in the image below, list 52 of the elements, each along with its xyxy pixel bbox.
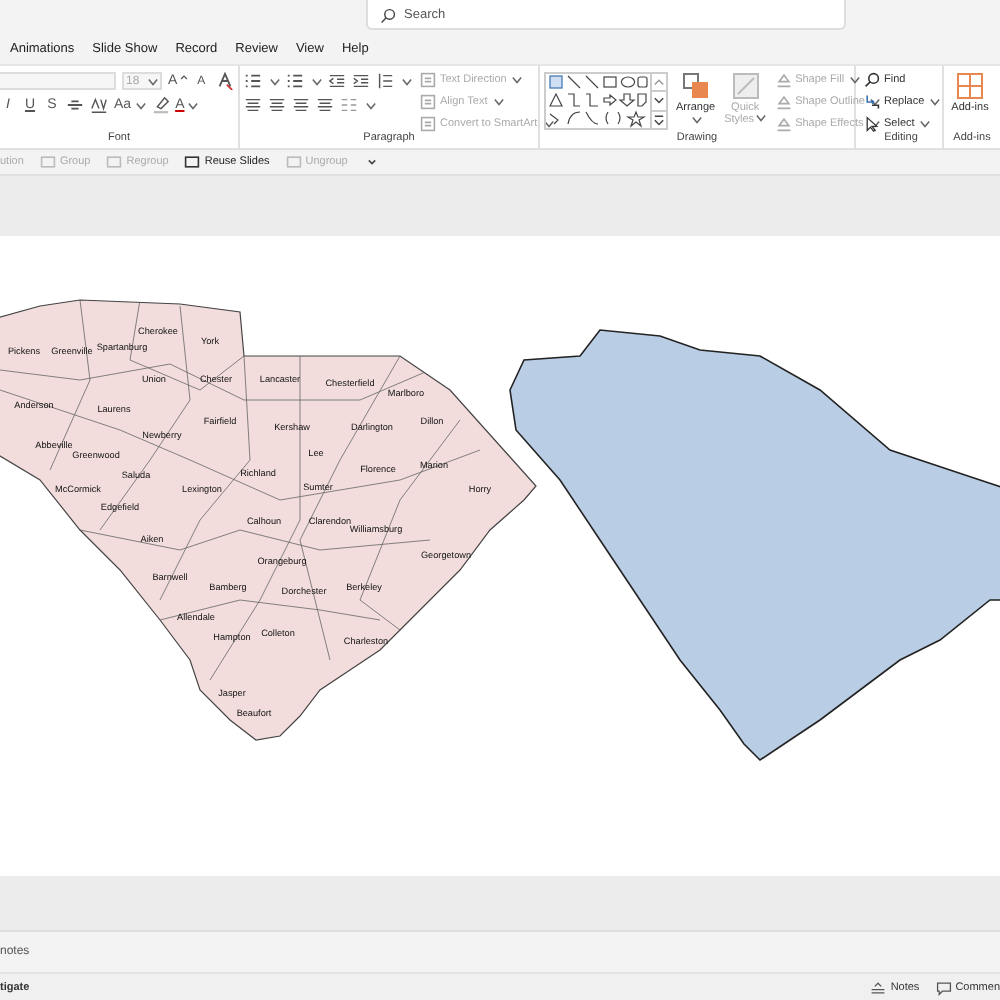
caret-icon bbox=[270, 77, 280, 85]
caret-icon bbox=[188, 101, 199, 109]
indent-icon[interactable] bbox=[328, 72, 346, 90]
shapes-gallery-drawing[interactable] bbox=[546, 74, 650, 128]
align-icon[interactable] bbox=[268, 96, 286, 114]
group-icon bbox=[285, 154, 302, 170]
slides-icon bbox=[184, 154, 201, 170]
caret-icon bbox=[135, 101, 146, 109]
search-icon bbox=[864, 72, 880, 88]
more-icon[interactable] bbox=[652, 109, 666, 128]
comment-icon bbox=[935, 980, 952, 996]
text-direction-icon bbox=[420, 72, 436, 88]
caret-icon bbox=[543, 120, 554, 128]
align-icon[interactable] bbox=[292, 96, 310, 114]
caret-icon bbox=[691, 116, 702, 124]
caret-icon bbox=[148, 77, 158, 85]
caret-icon bbox=[920, 120, 931, 128]
caret-icon bbox=[493, 98, 504, 106]
columns-icon[interactable] bbox=[340, 96, 358, 114]
caret-icon bbox=[850, 76, 861, 84]
list-icon[interactable] bbox=[244, 72, 262, 90]
align-icon[interactable] bbox=[244, 96, 262, 114]
line-spacing-icon[interactable] bbox=[376, 72, 394, 90]
caret-icon bbox=[312, 77, 322, 85]
caret-icon bbox=[756, 114, 767, 122]
group-icon bbox=[39, 154, 56, 170]
list-icon[interactable] bbox=[286, 72, 304, 90]
search-icon bbox=[380, 7, 396, 23]
up-caret-icon bbox=[179, 74, 188, 80]
caret-icon bbox=[366, 101, 376, 109]
strikethrough-icon[interactable] bbox=[66, 96, 84, 114]
caret-icon bbox=[870, 98, 881, 106]
highlighter-icon[interactable] bbox=[151, 96, 170, 114]
group-icon bbox=[106, 154, 123, 170]
caret-icon[interactable] bbox=[363, 154, 380, 170]
quick-styles-icon bbox=[731, 72, 760, 100]
replace-icon bbox=[864, 94, 880, 110]
notes-icon bbox=[870, 980, 887, 996]
smartart-icon bbox=[420, 116, 436, 132]
character-spacing-icon[interactable] bbox=[90, 96, 108, 114]
grid-icon bbox=[956, 72, 984, 100]
caret-icon bbox=[512, 76, 523, 84]
font-name-field[interactable] bbox=[0, 72, 116, 90]
caret-icon bbox=[402, 77, 412, 85]
effects-icon bbox=[775, 116, 792, 132]
align-icon[interactable] bbox=[316, 96, 334, 114]
caret-icon bbox=[930, 98, 941, 106]
clear-formatting-icon[interactable] bbox=[215, 72, 234, 90]
arrange-icon bbox=[681, 72, 710, 100]
cursor-icon bbox=[864, 116, 880, 132]
indent-icon[interactable] bbox=[352, 72, 370, 90]
align-text-icon bbox=[420, 94, 436, 110]
